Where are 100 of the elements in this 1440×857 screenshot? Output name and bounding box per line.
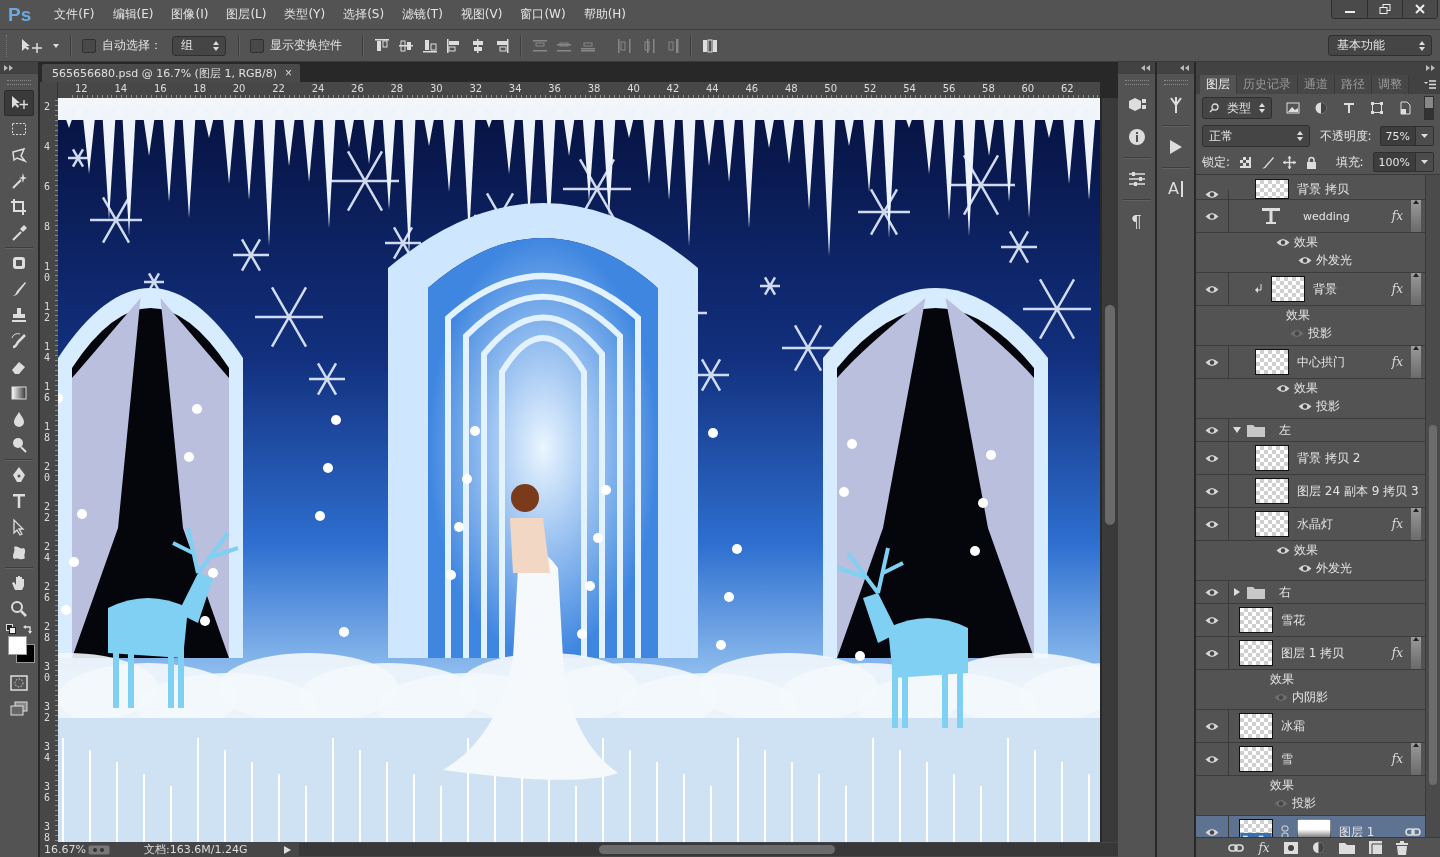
smart-object-filter-icon[interactable] (1398, 101, 1412, 115)
lock-brush-icon[interactable] (1261, 155, 1275, 169)
collapse-icon[interactable] (1426, 65, 1436, 71)
shape-filter-icon[interactable] (1370, 101, 1384, 115)
lock-move-icon[interactable] (1283, 155, 1297, 169)
layer-row[interactable]: 雪 fx (1196, 743, 1425, 776)
new-layer-icon[interactable] (1368, 841, 1382, 854)
trash-icon[interactable] (1395, 840, 1408, 855)
align-icon[interactable] (446, 37, 462, 54)
image-filter-icon[interactable] (1286, 101, 1300, 115)
vertical-scrollbar[interactable] (1100, 98, 1118, 842)
menu-item[interactable]: 图像(I) (162, 6, 218, 23)
collapse-arrow-icon[interactable] (1413, 273, 1419, 277)
expanded-triangle-icon[interactable] (1233, 426, 1241, 434)
menu-item[interactable]: 编辑(E) (103, 6, 163, 23)
layer-row[interactable]: 冰霜 (1196, 710, 1425, 743)
eye-icon[interactable] (1298, 401, 1312, 411)
eye-icon[interactable] (1205, 284, 1219, 294)
swap-colors-icon[interactable] (23, 624, 33, 634)
default-colors-icon[interactable] (6, 624, 16, 634)
collapse-arrow-icon[interactable] (1413, 200, 1419, 204)
align-icon[interactable] (374, 37, 390, 54)
eye-icon[interactable] (1205, 519, 1219, 529)
eye-icon[interactable] (1205, 827, 1219, 837)
collapsed-triangle-icon[interactable] (1233, 588, 1241, 596)
layer-row[interactable]: 背景 fx (1196, 273, 1425, 306)
caret-icon[interactable] (52, 42, 60, 49)
move-tool-button[interactable] (4, 90, 34, 116)
align-icon[interactable] (422, 37, 438, 54)
collapse-arrow-icon[interactable] (1413, 346, 1419, 350)
menu-item[interactable]: 视图(V) (451, 6, 512, 23)
eye-icon[interactable] (1276, 545, 1290, 555)
panel-tab[interactable]: 图层 (1200, 75, 1237, 94)
eye-icon[interactable] (1205, 615, 1219, 625)
opacity-field[interactable]: 75% (1379, 126, 1434, 146)
menu-item[interactable]: 类型(Y) (275, 6, 335, 23)
restore-button[interactable] (1367, 0, 1402, 18)
dropdown-button[interactable] (1415, 153, 1433, 171)
target-select[interactable]: 组 (172, 35, 226, 56)
eye-icon[interactable] (1205, 648, 1219, 658)
checkbox[interactable] (82, 38, 96, 53)
layer-row[interactable]: 背景 拷贝 2 (1196, 442, 1425, 475)
menu-item[interactable]: 窗口(W) (511, 6, 575, 23)
layer-row[interactable]: 图层 24 副本 9 拷贝 3 (1196, 475, 1425, 508)
type-filter-icon[interactable] (1342, 101, 1356, 115)
eye-icon[interactable] (1298, 255, 1312, 265)
collapse-arrow-icon[interactable] (1413, 743, 1419, 747)
document-tab[interactable]: 565656680.psd @ 16.7% (图层 1, RGB/8) × (42, 64, 301, 82)
panel-tab[interactable]: 历史记录 (1237, 75, 1298, 94)
collapse-arrow-icon[interactable] (1413, 508, 1419, 512)
checkbox[interactable] (250, 38, 264, 53)
eye-icon[interactable] (1205, 190, 1219, 199)
align-icon[interactable] (470, 37, 486, 54)
close-tab-button[interactable]: × (285, 67, 293, 79)
adjustment-filter-icon[interactable] (1314, 101, 1328, 115)
menu-item[interactable]: 图层(L) (217, 6, 276, 23)
scrollbar-thumb[interactable] (1429, 425, 1437, 785)
menu-item[interactable]: 文件(F) (45, 6, 104, 23)
layer-row[interactable]: 图层 1 (1196, 816, 1425, 837)
eye-icon[interactable] (1205, 425, 1219, 435)
panel-menu-icon[interactable] (1424, 79, 1436, 89)
layer-row[interactable]: 水晶灯 fx (1196, 508, 1425, 541)
collapse-icon[interactable] (1180, 65, 1190, 71)
close-button[interactable] (1402, 0, 1437, 18)
layer-row[interactable]: 雪花 (1196, 604, 1425, 637)
collapse-arrow-icon[interactable] (1413, 637, 1419, 641)
eye-icon[interactable] (1205, 357, 1219, 367)
collapse-icon[interactable] (4, 65, 14, 71)
eye-icon[interactable] (1205, 587, 1219, 597)
layer-row[interactable]: wedding fx (1196, 200, 1425, 233)
character-button[interactable]: A (1160, 175, 1191, 203)
workspace-select[interactable]: 基本功能 (1328, 35, 1432, 56)
eye-icon[interactable] (1298, 563, 1312, 573)
panel-tab[interactable]: 路径 (1335, 75, 1372, 94)
layer-row[interactable]: 图层 1 拷贝 fx (1196, 637, 1425, 670)
menu-item[interactable]: 选择(S) (334, 6, 394, 23)
scrollbar-thumb[interactable] (1105, 305, 1115, 525)
paragraph-button[interactable]: ¶ (1121, 207, 1152, 235)
add-mask-icon[interactable] (1283, 841, 1298, 854)
panel-tab[interactable]: 调整 (1372, 75, 1409, 94)
eye-icon[interactable] (1276, 383, 1290, 393)
collapse-icon[interactable] (1141, 65, 1151, 71)
layers-scrollbar[interactable] (1425, 175, 1440, 837)
eye-icon[interactable] (1276, 237, 1290, 247)
eye-icon[interactable] (1205, 211, 1219, 221)
auto-align-icon[interactable] (702, 37, 718, 54)
horizontal-scrollbar[interactable] (299, 843, 1118, 856)
panel-tab[interactable]: 通道 (1298, 75, 1335, 94)
folder-icon[interactable] (1338, 841, 1355, 854)
filter-select[interactable]: 类型 (1202, 97, 1272, 119)
status-info-icon[interactable] (88, 844, 110, 855)
adjustment-layer-icon[interactable] (1311, 841, 1325, 854)
layer-row[interactable]: 中心拱门 fx (1196, 346, 1425, 379)
eye-icon[interactable] (1205, 721, 1219, 731)
scrollbar-thumb[interactable] (599, 845, 835, 854)
link-layers-icon[interactable] (1228, 842, 1245, 853)
menu-item[interactable]: 滤镜(T) (393, 6, 452, 23)
lock-icon[interactable] (1305, 155, 1319, 169)
expand-arrow-icon[interactable] (284, 845, 291, 854)
fill-field[interactable]: 100% (1372, 152, 1434, 172)
